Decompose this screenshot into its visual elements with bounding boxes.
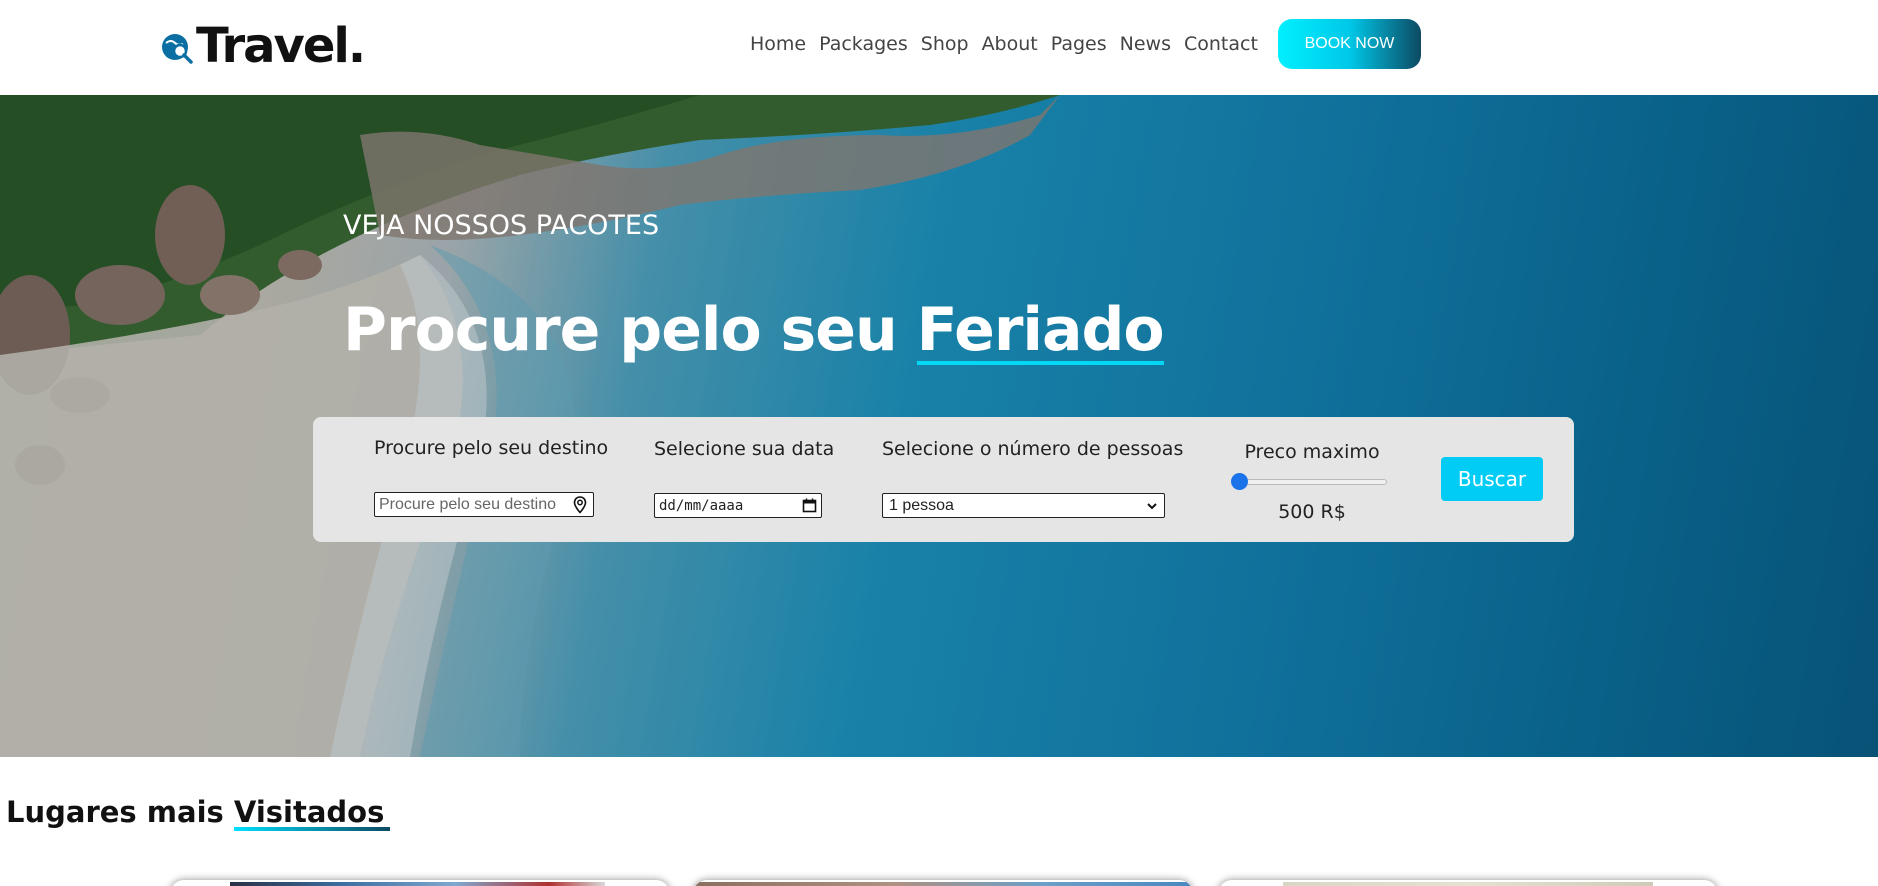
price-value: 500 R$ (1278, 501, 1346, 523)
nav-news[interactable]: News (1120, 33, 1171, 55)
section-title: Lugares mais Visitados (6, 795, 391, 831)
destination-field[interactable] (374, 492, 594, 517)
price-slider-track[interactable] (1239, 479, 1387, 485)
nav-home[interactable]: Home (750, 33, 806, 55)
price-slider[interactable] (1231, 472, 1393, 492)
nav-contact[interactable]: Contact (1184, 33, 1258, 55)
destination-label: Procure pelo seu destino (374, 437, 609, 459)
people-label: Selecione o número de pessoas (882, 438, 1184, 460)
price-field-group: Preco maximo (1231, 441, 1393, 463)
people-select[interactable]: 1 pessoa (882, 493, 1165, 518)
hero-subtitle: VEJA NOSSOS PACOTES (343, 210, 660, 241)
price-slider-thumb[interactable] (1231, 473, 1248, 490)
section-title-prefix: Lugares mais (6, 795, 224, 829)
globe-search-icon (162, 34, 193, 64)
hero-headline: Procure pelo seu Feriado (343, 295, 1165, 365)
date-input-value: dd/mm/aaaa (659, 497, 744, 514)
people-field-group: Selecione o número de pessoas (882, 438, 1183, 460)
headline-prefix: Procure pelo seu (343, 295, 898, 365)
location-pin-icon (573, 496, 587, 514)
logo[interactable]: Travel. (160, 18, 366, 74)
search-panel: Procure pelo seu destino Selecione sua d… (313, 417, 1574, 542)
people-select-value: 1 pessoa (889, 496, 954, 514)
destination-card-image (230, 882, 605, 886)
destination-card-image (695, 882, 1191, 886)
headline-highlight: Feriado (916, 295, 1165, 365)
date-input[interactable]: dd/mm/aaaa (654, 493, 822, 518)
search-button[interactable]: Buscar (1441, 457, 1543, 501)
destination-field-group: Procure pelo seu destino (374, 437, 608, 459)
date-field-group: Selecione sua data (654, 438, 834, 460)
site-header: Travel. Home Packages Shop About Pages N… (0, 0, 1878, 95)
nav-pages[interactable]: Pages (1051, 33, 1107, 55)
nav-shop[interactable]: Shop (921, 33, 969, 55)
hero-banner: VEJA NOSSOS PACOTES Procure pelo seu Fer… (0, 95, 1878, 757)
destination-card-image (1283, 882, 1653, 886)
destination-card[interactable] (170, 880, 670, 886)
main-nav: Home Packages Shop About Pages News Cont… (750, 33, 1258, 55)
logo-text: Travel. (196, 18, 366, 74)
destination-input[interactable] (379, 495, 564, 514)
price-label: Preco maximo (1244, 441, 1380, 463)
nav-about[interactable]: About (982, 33, 1038, 55)
destination-card[interactable] (1218, 880, 1718, 886)
nav-packages[interactable]: Packages (819, 33, 908, 55)
calendar-icon[interactable] (802, 498, 817, 513)
date-label: Selecione sua data (654, 438, 835, 460)
book-now-button[interactable]: BOOK NOW (1278, 19, 1421, 69)
destination-card[interactable] (693, 880, 1193, 886)
chevron-down-icon (1147, 503, 1157, 510)
section-title-highlight: Visitados (233, 795, 391, 831)
